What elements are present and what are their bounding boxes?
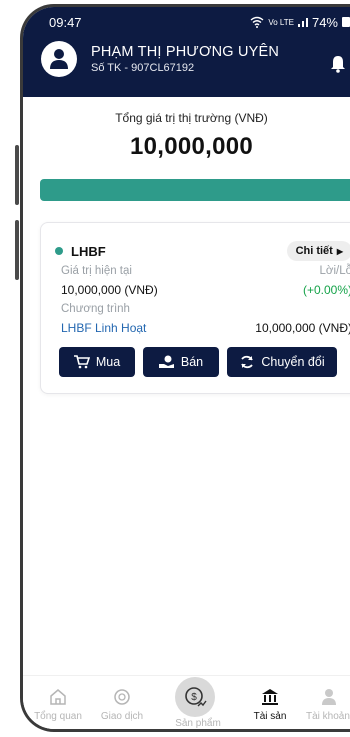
play-icon: ▶	[336, 246, 343, 256]
nav-assets[interactable]: Tài sản	[235, 688, 305, 722]
avatar[interactable]	[41, 41, 77, 77]
fund-title: LHBF	[55, 244, 106, 259]
profile-icon	[322, 689, 336, 705]
detail-button[interactable]: Chi tiết ▶	[286, 241, 350, 261]
status-indicators: Vo LTE 74%	[250, 15, 350, 30]
pnl-value: (+0.00%)	[302, 283, 350, 297]
nav-transactions[interactable]: Giao dịch	[87, 688, 157, 722]
program-name[interactable]: LHBF Linh Hoạt	[61, 321, 146, 335]
phone-frame: 09:47 Vo LTE 74% PHẠM THỊ PHƯƠNG UYÊN Số…	[20, 4, 350, 732]
buy-label: Mua	[95, 355, 121, 369]
nav-assets-label: Tài sản	[253, 711, 287, 722]
nav-overview[interactable]: Tổng quan	[23, 688, 93, 722]
nav-account[interactable]: Tài khoản	[306, 688, 350, 722]
refresh-icon	[241, 355, 254, 369]
program-value: 10,000,000 (VNĐ)	[255, 321, 350, 335]
current-value-label: Giá trị hiện tại	[61, 265, 132, 277]
wifi-icon	[250, 16, 264, 28]
pnl-label: Lời/Lỗ	[319, 265, 350, 277]
program-label: Chương trình	[61, 303, 130, 315]
nav-account-label: Tài khoản	[306, 711, 350, 722]
sell-hand-icon	[158, 355, 174, 368]
nav-overview-label: Tổng quan	[34, 711, 82, 722]
user-icon	[50, 49, 68, 69]
holding-card: LHBF Chi tiết ▶ Giá trị hiện tại Lời/Lỗ …	[40, 222, 350, 394]
home-icon	[50, 689, 66, 705]
bell-icon[interactable]	[330, 55, 346, 73]
portfolio-summary: Tổng giá trị thị trường (VNĐ) 10,000,000	[23, 97, 350, 161]
money-chart-icon: $	[185, 687, 207, 707]
convert-button[interactable]: Chuyển đổi	[227, 347, 337, 377]
products-fab[interactable]: $	[175, 677, 215, 717]
status-bar: 09:47 Vo LTE 74%	[23, 7, 350, 37]
power-button	[15, 220, 19, 280]
app-header: 09:47 Vo LTE 74% PHẠM THỊ PHƯƠNG UYÊN Số…	[23, 7, 350, 97]
signal-bars-icon	[297, 18, 308, 27]
status-time: 09:47	[49, 14, 82, 30]
summary-value: 10,000,000	[129, 133, 254, 160]
battery-icon	[342, 17, 350, 27]
svg-text:$: $	[191, 692, 197, 703]
nav-products-label: Sản phẩm	[175, 718, 221, 729]
sell-label: Bán	[180, 355, 204, 369]
buy-button[interactable]: Mua	[59, 347, 135, 377]
account-info: PHẠM THỊ PHƯƠNG UYÊN Số TK - 907CL67192	[23, 37, 350, 77]
current-value: 10,000,000 (VNĐ)	[61, 283, 158, 297]
signal-icon: Vo LTE	[268, 17, 294, 27]
account-name: PHẠM THỊ PHƯƠNG UYÊN	[91, 44, 280, 60]
account-number: Số TK - 907CL67192	[91, 62, 195, 74]
volume-button	[15, 145, 19, 205]
screen: 09:47 Vo LTE 74% PHẠM THỊ PHƯƠNG UYÊN Số…	[23, 7, 350, 729]
convert-label: Chuyển đổi	[261, 355, 325, 369]
sell-button[interactable]: Bán	[143, 347, 219, 377]
bank-icon	[262, 689, 278, 705]
cart-icon	[73, 355, 90, 369]
fund-color-dot	[55, 247, 63, 255]
coin-icon	[114, 689, 130, 705]
battery-level: 74%	[311, 14, 338, 30]
nav-transactions-label: Giao dịch	[100, 711, 144, 722]
allocation-bar	[40, 179, 350, 201]
summary-label: Tổng giá trị thị trường (VNĐ)	[115, 111, 268, 125]
fund-name: LHBF	[71, 243, 106, 259]
detail-label: Chi tiết	[295, 245, 333, 257]
